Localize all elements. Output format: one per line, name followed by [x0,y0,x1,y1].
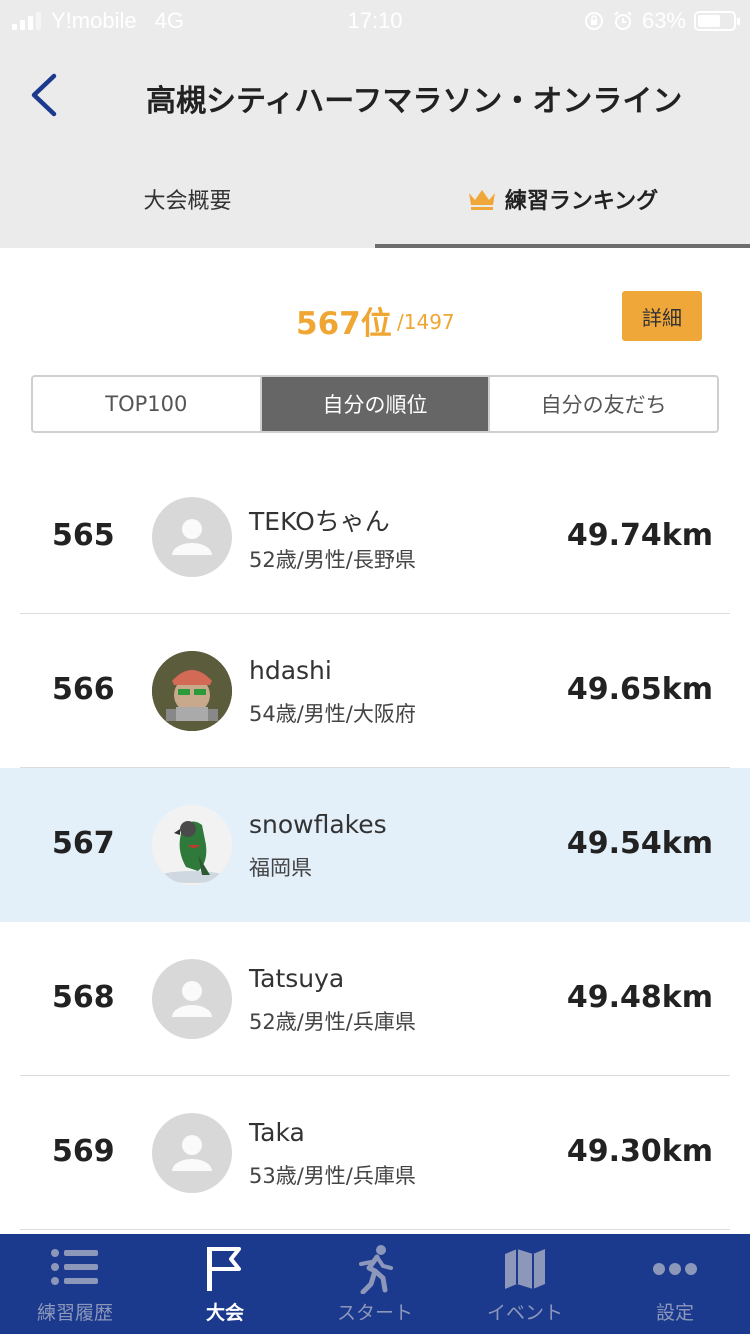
chevron-left-icon [31,73,57,117]
default-avatar-icon [152,497,232,577]
row-rank: 569 [52,1134,115,1169]
ranking-row[interactable]: 569 Taka 53歳/男性/兵庫県 49.30km [0,1076,750,1230]
segment-my-rank[interactable]: 自分の順位 [261,377,491,431]
runner-info: 福岡県 [249,856,312,880]
nav-tournament[interactable]: 大会 [150,1234,300,1334]
runner-name: Taka [249,1118,305,1147]
app-header: 高槻シティハーフマラソン・オンライン [0,40,750,150]
row-rank: 566 [52,672,115,707]
runner-name: snowflakes [249,810,387,839]
runner-distance: 49.48km [566,980,713,1015]
runner-icon [350,1244,400,1294]
tab-overview-label: 大会概要 [143,189,232,214]
runner-info: 54歳/男性/大阪府 [249,702,416,726]
segment-my-friends[interactable]: 自分の友だち [490,377,717,431]
runner-distance: 49.74km [566,518,713,553]
nav-tournament-label: 大会 [205,1302,244,1324]
map-icon [500,1244,550,1294]
runner-distance: 49.54km [566,826,713,861]
runner-name: hdashi [249,656,332,685]
photo-avatar [152,651,232,731]
tab-bar: 大会概要 練習ランキング [0,150,750,248]
rank-summary: 567位 /1497 詳細 [0,290,750,350]
more-icon [650,1244,700,1294]
nav-start[interactable]: スタート [300,1234,450,1334]
bird-photo-avatar [152,805,232,885]
ranking-list: 565 TEKOちゃん 52歳/男性/長野県 49.74km 566 hdash… [0,460,750,1230]
battery-percent: 63% [641,8,686,33]
nav-event[interactable]: イベント [450,1234,600,1334]
segment-top100[interactable]: TOP100 [33,377,262,431]
nav-practice-history-label: 練習履歴 [36,1302,113,1324]
crown-icon [468,190,495,210]
ranking-row[interactable]: 565 TEKOちゃん 52歳/男性/長野県 49.74km [0,460,750,614]
total-participants: /1497 [397,310,455,334]
status-bar: Y!mobile 4G 17:10 63% [0,0,750,40]
divider [20,1229,730,1230]
tab-overview[interactable]: 大会概要 [0,150,375,248]
flag-icon [200,1244,250,1294]
bottom-nav: 練習履歴 大会 スタート イベント 設定 [0,1234,750,1334]
runner-name: TEKOちゃん [249,507,390,536]
ranking-filter-segment: TOP100 自分の順位 自分の友だち [31,375,719,433]
rotation-lock-icon [584,12,603,30]
nav-settings[interactable]: 設定 [600,1234,750,1334]
tab-practice-ranking-label: 練習ランキング [504,189,659,214]
default-avatar-icon [152,959,232,1039]
nav-start-label: スタート [336,1302,413,1324]
battery-icon [694,11,740,31]
ranking-row[interactable]: 566 hdashi 54歳/男性/大阪府 49.65km [0,614,750,768]
nav-practice-history[interactable]: 練習履歴 [0,1234,150,1334]
detail-button[interactable]: 詳細 [622,291,702,341]
nav-settings-label: 設定 [655,1302,694,1324]
row-rank: 568 [52,980,115,1015]
runner-distance: 49.65km [566,672,713,707]
default-avatar-icon [152,1113,232,1193]
back-button[interactable] [22,70,66,120]
status-right: 63% [584,8,740,34]
my-rank: 567位 [296,306,392,342]
runner-name: Tatsuya [249,964,345,993]
row-rank: 567 [52,826,115,861]
nav-event-label: イベント [486,1302,563,1324]
ranking-row[interactable]: 568 Tatsuya 52歳/男性/兵庫県 49.48km [0,922,750,1076]
ranking-row-self[interactable]: 567 snowflakes 福岡県 49.54km [0,768,750,922]
list-icon [50,1244,100,1294]
alarm-icon [614,11,632,30]
tab-practice-ranking[interactable]: 練習ランキング [375,150,750,248]
page-title: 高槻シティハーフマラソン・オンライン [146,84,683,119]
row-rank: 565 [52,518,115,553]
runner-info: 52歳/男性/長野県 [249,548,416,572]
runner-distance: 49.30km [566,1134,713,1169]
runner-info: 52歳/男性/兵庫県 [249,1010,416,1034]
runner-info: 53歳/男性/兵庫県 [249,1164,416,1188]
